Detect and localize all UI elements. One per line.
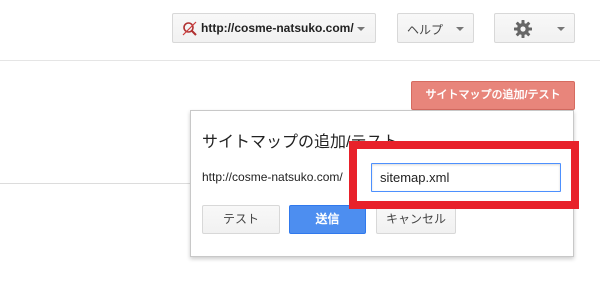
help-button[interactable]: ヘルプ xyxy=(397,13,474,43)
submit-button[interactable]: 送信 xyxy=(289,205,366,234)
chevron-down-icon xyxy=(456,27,464,31)
test-button[interactable]: テスト xyxy=(202,205,280,234)
search-not-verified-icon xyxy=(182,21,198,37)
content-divider xyxy=(0,183,190,184)
gear-icon xyxy=(513,19,533,39)
add-test-sitemap-button[interactable]: サイトマップの追加/テスト xyxy=(411,81,575,110)
site-url-label: http://cosme-natsuko.com/ xyxy=(201,21,354,35)
header-divider xyxy=(0,60,600,61)
sitemap-url-prefix: http://cosme-natsuko.com/ xyxy=(202,170,343,184)
site-selector[interactable]: http://cosme-natsuko.com/ xyxy=(172,13,376,43)
chevron-down-icon xyxy=(357,27,365,31)
settings-button[interactable] xyxy=(494,13,575,43)
highlight-annotation xyxy=(349,141,579,209)
chevron-down-icon xyxy=(557,27,565,31)
help-label: ヘルプ xyxy=(407,23,444,37)
cancel-button[interactable]: キャンセル xyxy=(376,205,456,234)
